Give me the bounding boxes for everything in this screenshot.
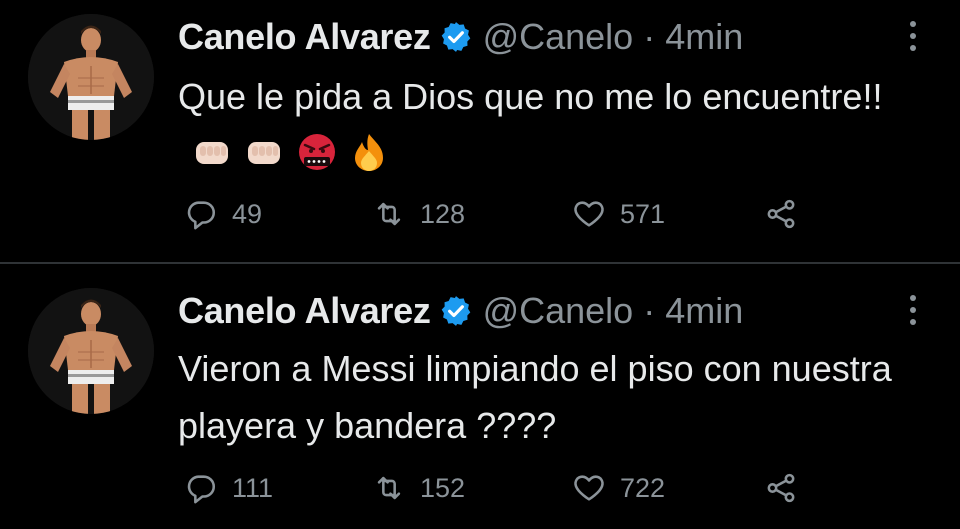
retweet-icon (377, 202, 401, 226)
angry-face-icon (296, 131, 338, 173)
tweet-header: Canelo Alvarez @Canelo · 4min (178, 14, 743, 60)
retweet-button[interactable]: 152 (372, 468, 465, 508)
verified-badge-icon (439, 294, 473, 328)
reply-count: 111 (232, 472, 274, 503)
fist-icon (192, 131, 234, 173)
tweet-text-content: Vieron a Messi limpiando el piso con nue… (178, 348, 892, 446)
timeline-feed: Canelo Alvarez @Canelo · 4min Que le pid… (0, 0, 960, 529)
more-options-icon[interactable] (898, 16, 928, 56)
share-icon (767, 199, 795, 229)
separator: · (643, 290, 656, 331)
reply-button[interactable]: 49 (184, 194, 262, 234)
tweet[interactable]: Canelo Alvarez @Canelo · 4min Vieron a M… (0, 264, 960, 529)
avatar[interactable] (28, 288, 154, 414)
more-options-icon[interactable] (898, 290, 928, 330)
timestamp[interactable]: 4min (665, 290, 743, 332)
tweet-header: Canelo Alvarez @Canelo · 4min (178, 288, 743, 334)
fire-icon (348, 131, 390, 173)
retweet-button[interactable]: 128 (372, 194, 465, 234)
tweet-text: Que le pida a Dios que no me lo encuentr… (178, 68, 898, 182)
reply-button[interactable]: 111 (184, 468, 273, 508)
tweet-text-content: Que le pida a Dios que no me lo encuentr… (178, 76, 883, 117)
verified-badge-icon (439, 20, 473, 54)
author-name[interactable]: Canelo Alvarez (178, 16, 431, 58)
like-count: 571 (620, 198, 666, 229)
author-handle[interactable]: @Canelo (483, 16, 634, 58)
like-count: 722 (620, 472, 666, 503)
retweet-count: 152 (420, 472, 466, 503)
fist-icon (244, 131, 286, 173)
like-button[interactable]: 571 (572, 194, 665, 234)
share-icon (767, 473, 795, 503)
retweet-icon (377, 476, 401, 500)
avatar[interactable] (28, 14, 154, 140)
reply-icon (187, 201, 216, 230)
tweet-text: Vieron a Messi limpiando el piso con nue… (178, 340, 898, 454)
timestamp[interactable]: 4min (665, 16, 743, 58)
tweet[interactable]: Canelo Alvarez @Canelo · 4min Que le pid… (0, 0, 960, 262)
heart-icon (574, 201, 604, 227)
heart-icon (574, 475, 604, 501)
author-name[interactable]: Canelo Alvarez (178, 290, 431, 332)
share-button[interactable] (764, 194, 798, 234)
tweet-actions: 111 152 722 (184, 468, 824, 508)
reply-icon (187, 475, 216, 504)
emoji-group (192, 131, 390, 173)
like-button[interactable]: 722 (572, 468, 665, 508)
reply-count: 49 (232, 198, 263, 229)
separator: · (643, 16, 656, 57)
share-button[interactable] (764, 468, 798, 508)
author-handle[interactable]: @Canelo (483, 290, 634, 332)
tweet-actions: 49 128 571 (184, 194, 824, 234)
retweet-count: 128 (420, 198, 466, 229)
